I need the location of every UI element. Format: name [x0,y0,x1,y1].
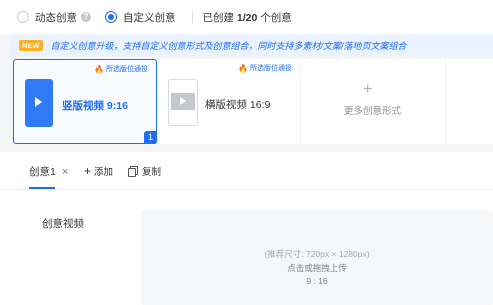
radio-dot [17,11,29,23]
created-count-text: 已创建 1/20 个创意 [202,11,292,24]
placement-tag: 🔥 所选版位通投 [238,63,292,73]
format-card-horizontal-video[interactable]: 🔥 所选版位通投 横版视频 16:9 [158,59,300,144]
placement-tag: 🔥 所选版位通投 [94,64,148,74]
notice-text: 自定义创意升级，支持自定义创意形式及创意组合，同时支持多素材/文案/落地页文案组… [50,40,407,51]
horizontal-video-icon [168,79,198,126]
plus-icon: + [363,81,373,98]
upload-action-text: 点击或拖拽上传 [287,263,347,273]
creative-tabs: 创意1 × + 添加 复制 [0,152,493,190]
copy-label: 复制 [142,167,162,178]
fire-icon: 🔥 [238,63,248,73]
divider [191,11,193,23]
plus-icon: + [84,164,92,178]
horizontal-video-label: 横版视频 16:9 [205,99,271,111]
new-badge: NEW [19,39,43,51]
format-card-vertical-video[interactable]: 🔥 所选版位通投 竖版视频 9:16 1 [13,59,157,144]
close-icon[interactable]: × [62,166,68,178]
creative-video-label: 创意视频 [42,218,84,230]
tab-creative-1[interactable]: 创意1 × [29,164,68,179]
copy-creative-button[interactable]: 复制 [128,164,161,178]
format-card-more[interactable]: + 更多创意形式 [301,59,445,144]
format-card-partial [446,59,493,144]
vertical-video-icon [25,79,53,127]
creative-format-list: 🔥 所选版位通投 竖版视频 9:16 1 🔥 所选版位通投 横版视频 16:9 … [0,56,493,148]
more-formats-label: 更多创意形式 [344,106,402,117]
radio-custom-label: 自定义创意 [123,11,176,24]
add-creative-button[interactable]: + 添加 [84,164,113,178]
radio-custom-creative[interactable]: 自定义创意 [105,10,176,25]
upload-size-hint: (推荐尺寸: 720px × 1280px) [264,249,370,259]
copy-icon [128,166,138,177]
video-upload-dropzone[interactable]: (推荐尺寸: 720px × 1280px) 点击或拖拽上传 9 : 16 [141,210,493,305]
radio-dot-selected [105,11,117,23]
fire-icon: 🔥 [94,64,104,74]
creative-count-badge: 1 [144,131,157,144]
add-label: 添加 [94,167,114,178]
creative-mode-row: 动态创意 ? 自定义创意 已创建 1/20 个创意 [0,0,493,34]
help-icon[interactable]: ? [81,12,91,22]
upgrade-notice: NEW 自定义创意升级，支持自定义创意形式及创意组合，同时支持多素材/文案/落地… [10,34,493,56]
created-count: 1/20 [236,11,258,24]
active-tab-indicator [29,187,55,189]
radio-dynamic-label: 动态创意 [35,11,77,24]
radio-dynamic-creative[interactable]: 动态创意 ? [17,10,91,25]
creative-editor: 创意1 × + 添加 复制 创意视频 (推荐尺寸: 720px × 1280px… [0,152,493,305]
upload-ratio-text: 9 : 16 [306,276,328,286]
vertical-video-label: 竖版视频 9:16 [62,100,128,112]
tab-label: 创意1 [29,166,56,178]
